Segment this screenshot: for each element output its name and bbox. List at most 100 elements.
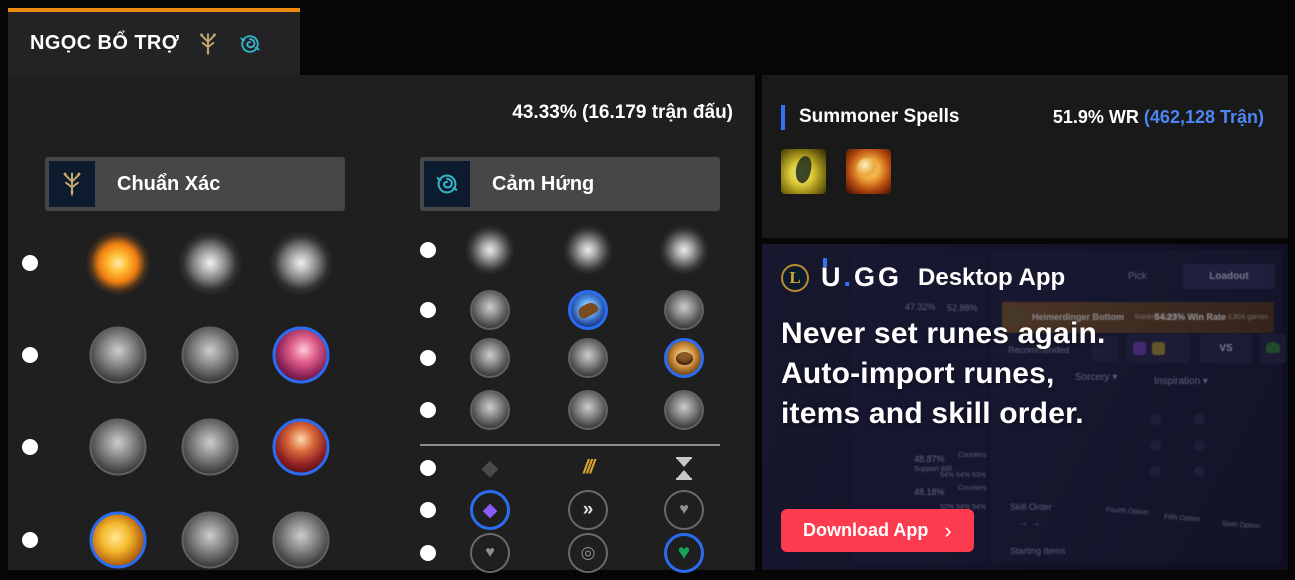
- coup-de-grace-rune-icon: [89, 511, 147, 569]
- cut-down-rune-icon: [181, 511, 239, 569]
- preview-inspiration-label: Inspiration ▾: [1154, 376, 1208, 387]
- preview-ward-icon: [1266, 342, 1280, 353]
- runes-page: NGỌC BỔ TRỢ 43.33% (16.179 trận đấu) Chu…: [0, 0, 1295, 580]
- magical-footwear-rune-icon: [568, 290, 608, 330]
- row-indicator-dot: [22, 347, 38, 363]
- unsealed-spellbook-rune-icon: [564, 226, 612, 274]
- preview-rune-icon: [1152, 342, 1165, 355]
- preview-skill-order-label: Skill Order: [1010, 502, 1053, 512]
- row-indicator-dot: [420, 502, 436, 518]
- adaptive-force-shard-icon: ◆: [470, 490, 510, 530]
- press-the-attack-rune-icon: [86, 231, 150, 295]
- preview-games: 3,804 games: [1227, 314, 1268, 321]
- summoner-winrate: 51.9% WR: [1052, 107, 1139, 127]
- adaptive-force-glyph: ◆: [481, 455, 499, 480]
- tab-runes-label: NGỌC BỔ TRỢ: [30, 32, 180, 54]
- preview-rune-dot: [1194, 414, 1205, 425]
- row-indicator-dot: [420, 545, 436, 561]
- row-indicator-dot: [420, 402, 436, 418]
- inspiration-tree-icon: [237, 31, 263, 57]
- download-app-button[interactable]: Download App ›: [781, 509, 974, 552]
- legend-alacrity-rune-icon: [89, 418, 147, 476]
- magical-footwear-art: [576, 300, 600, 320]
- preview-chip: [1126, 334, 1190, 363]
- preview-starting-items-label: Starting Items: [1010, 546, 1066, 556]
- row-indicator-dot: [420, 242, 436, 258]
- ignite-spell-icon: [846, 149, 891, 194]
- ad-headline-line: items and skill order.: [781, 397, 1084, 430]
- ad-title: Desktop App: [918, 263, 1066, 291]
- hextech-flashtraption-rune-icon: [470, 290, 510, 330]
- preview-winrate: 54.23% Win Rate: [1154, 312, 1226, 322]
- row-indicator-dot: [420, 350, 436, 366]
- tab-runes[interactable]: NGỌC BỔ TRỢ: [8, 8, 300, 75]
- ad-headline-line: Auto-import runes,: [781, 357, 1055, 390]
- ugg-logo-tick: [823, 258, 827, 267]
- approach-velocity-rune-icon: [568, 390, 608, 430]
- biscuit-delivery-rune-icon: [664, 338, 704, 378]
- health-scaling-shard-icon: ♥: [664, 490, 704, 530]
- glacial-augment-rune-icon: [466, 226, 514, 274]
- preview-pct: 48.18%: [914, 487, 945, 497]
- move-speed-shard-icon: »: [568, 490, 608, 530]
- base-health-glyph: ♥: [485, 544, 495, 561]
- inspiration-tree-name: Cảm Hứng: [492, 172, 595, 195]
- adaptive-force-shard-icon: ◆: [470, 448, 510, 488]
- preview-rune-dot: [1150, 440, 1161, 451]
- preview-rune-icon: [1133, 342, 1146, 355]
- precision-tree-header: Chuẩn Xác: [45, 157, 345, 211]
- summoner-matches: (462,128 Trận): [1143, 107, 1264, 127]
- legend-haste-rune-icon: [181, 418, 239, 476]
- preview-label: Counters: [958, 452, 987, 459]
- shard-divider: [420, 444, 720, 446]
- preview-skill-arrows: → →: [1018, 518, 1041, 529]
- last-stand-rune-icon: [272, 511, 330, 569]
- ability-haste-shard-icon: [664, 448, 704, 488]
- precision-tree-icon: [195, 31, 221, 57]
- preview-rune-dot: [1150, 414, 1161, 425]
- ad-headline: Never set runes again. Auto-import runes…: [781, 314, 1106, 434]
- league-logo-icon: L: [781, 263, 809, 292]
- row-indicator-dot: [22, 439, 38, 455]
- preview-pcts: 54% 54% 53%: [940, 472, 986, 479]
- ugg-logo-dot: .: [843, 262, 855, 292]
- preview-pct: 47.32%: [905, 302, 936, 312]
- summoner-spells-panel: Summoner Spells 51.9% WR (462,128 Trận): [762, 75, 1288, 238]
- ad-headline-line: Never set runes again.: [781, 317, 1106, 350]
- triumph-rune-icon: [181, 326, 239, 384]
- fleet-footwork-rune-icon: [269, 231, 333, 295]
- row-indicator-dot: [420, 302, 436, 318]
- triple-tonic-rune-icon: [470, 338, 510, 378]
- summoner-spells-stat: 51.9% WR (462,128 Trận): [1053, 107, 1264, 128]
- first-strike-rune-icon: [660, 226, 708, 274]
- attack-speed-glyph: ///: [583, 457, 595, 478]
- precision-tree-name: Chuẩn Xác: [117, 172, 221, 195]
- preview-chip: [1260, 334, 1286, 363]
- row-indicator-dot: [420, 460, 436, 476]
- download-app-label: Download App: [803, 520, 929, 540]
- ghost-spell-icon: [781, 149, 826, 194]
- precision-tree-icon: [49, 161, 95, 207]
- absorb-life-rune-icon: [89, 326, 147, 384]
- inspiration-tree-header: Cảm Hứng: [420, 157, 720, 211]
- move-speed-glyph: »: [582, 499, 594, 520]
- tenacity-slow-resist-shard-icon: ◎: [568, 533, 608, 573]
- preview-vs-chip: VS: [1200, 334, 1252, 363]
- cosmic-insight-rune-icon: [470, 390, 510, 430]
- legend-bloodline-rune-icon: [272, 418, 330, 476]
- runes-panel: 43.33% (16.179 trận đấu) Chuẩn Xác Cảm H…: [8, 75, 755, 573]
- base-health-shard-icon: ♥: [470, 533, 510, 573]
- preview-pct: 52.88%: [947, 303, 978, 313]
- health-scaling-glyph: ♥: [679, 501, 689, 518]
- preview-rune-dot: [1194, 440, 1205, 451]
- jack-of-all-trades-rune-icon: [664, 390, 704, 430]
- cash-back-rune-icon: [664, 290, 704, 330]
- adaptive-force-glyph: ◆: [482, 499, 498, 521]
- time-warp-tonic-rune-icon: [568, 338, 608, 378]
- preview-pct: 48.87%: [914, 454, 945, 464]
- preview-rune-dot: [1194, 466, 1205, 477]
- biscuit-delivery-art: [675, 351, 693, 365]
- row-indicator-dot: [22, 255, 38, 271]
- presence-of-mind-rune-icon: [272, 326, 330, 384]
- tenacity-slow-resist-glyph: ◎: [580, 543, 596, 562]
